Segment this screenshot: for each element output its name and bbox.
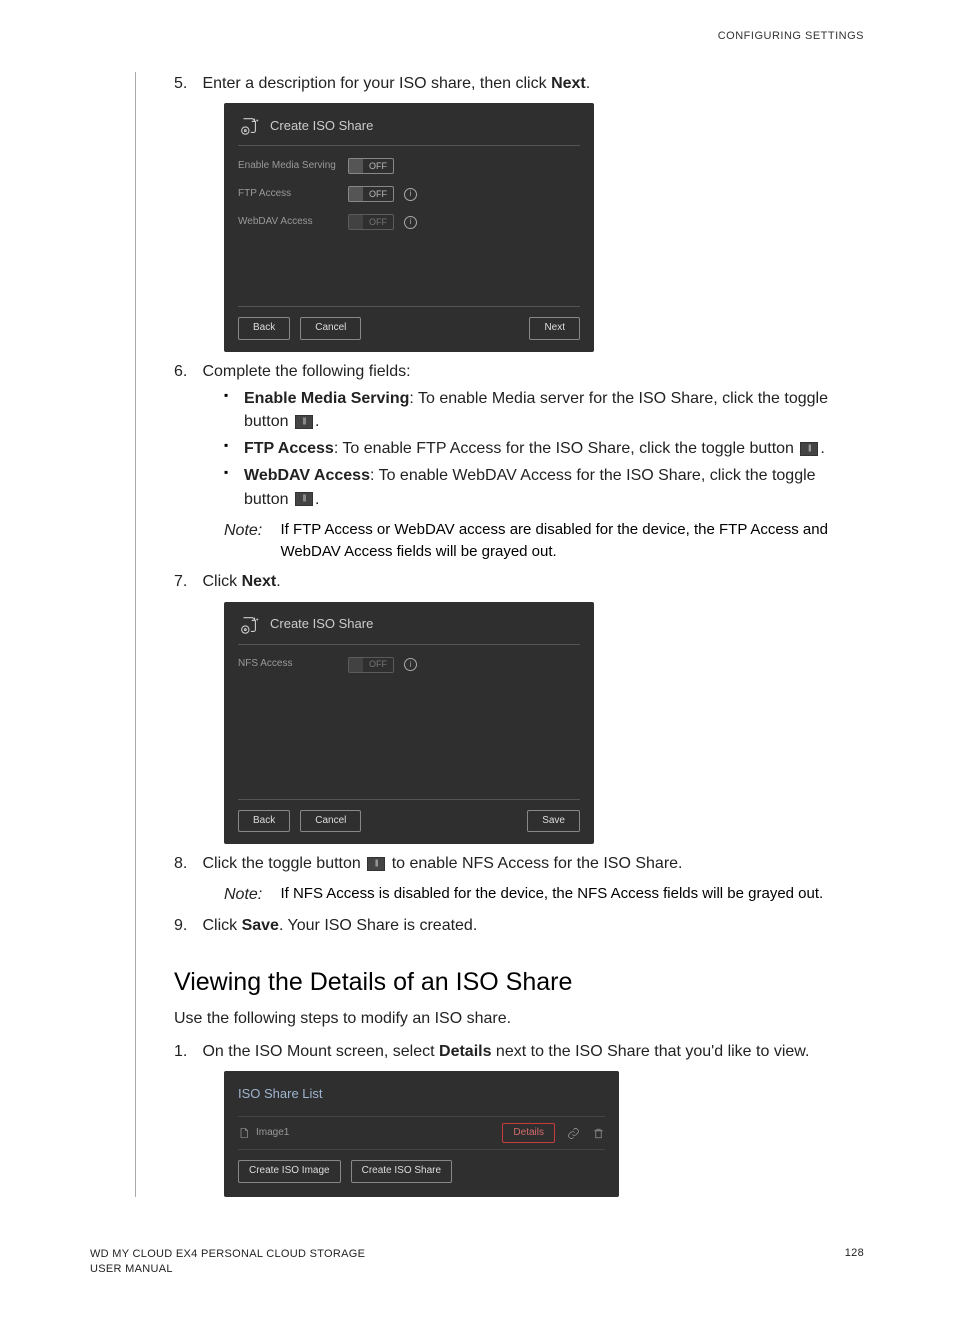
toggle-icon [295,492,313,506]
back-button[interactable]: Back [238,810,290,833]
iso-share-icon [238,614,260,636]
create-iso-image-button[interactable]: Create ISO Image [238,1160,341,1183]
step-7: Click Next. Create ISO Share NFS Access … [174,570,864,844]
iso-share-list-panel: ISO Share List Image1 Details Create ISO… [224,1071,619,1197]
section-heading: Viewing the Details of an ISO Share [174,968,864,997]
dialog-title: Create ISO Share [270,615,373,634]
step-8: Click the toggle button to enable NFS Ac… [174,852,864,906]
link-icon[interactable] [567,1127,580,1140]
create-iso-share-button[interactable]: Create ISO Share [351,1160,452,1183]
note-1: Note: If FTP Access or WebDAV access are… [224,519,864,563]
list-item-name: Image1 [256,1126,289,1141]
save-button[interactable]: Save [527,810,580,833]
note-2: Note: If NFS Access is disabled for the … [224,883,864,906]
details-button[interactable]: Details [502,1123,555,1144]
bullet-media: Enable Media Serving: To enable Media se… [224,387,864,433]
toggle-icon [367,857,385,871]
cancel-button[interactable]: Cancel [300,317,361,340]
list-row: Image1 Details [238,1116,605,1151]
step-5: Enter a description for your ISO share, … [174,72,864,352]
next-button[interactable]: Next [529,317,580,340]
media-serving-label: Enable Media Serving [238,159,338,174]
nfs-access-toggle[interactable]: OFF [348,657,394,673]
trash-icon[interactable] [592,1127,605,1140]
file-icon [238,1127,250,1139]
media-serving-toggle[interactable]: OFF [348,158,394,174]
dialog-create-iso-share-1: Create ISO Share Enable Media Serving OF… [224,103,594,352]
bullet-webdav: WebDAV Access: To enable WebDAV Access f… [224,464,864,510]
dialog-title: Create ISO Share [270,117,373,136]
back-button[interactable]: Back [238,317,290,340]
section-intro: Use the following steps to modify an ISO… [174,1007,864,1030]
bullet-ftp: FTP Access: To enable FTP Access for the… [224,437,864,460]
view-step-1: On the ISO Mount screen, select Details … [174,1040,864,1197]
ftp-access-label: FTP Access [238,187,338,202]
toggle-icon [800,442,818,456]
ftp-access-toggle[interactable]: OFF [348,186,394,202]
step-9: Click Save. Your ISO Share is created. [174,914,864,937]
webdav-access-toggle[interactable]: OFF [348,214,394,230]
nfs-access-label: NFS Access [238,657,338,672]
step-6: Complete the following fields: Enable Me… [174,360,864,563]
info-icon[interactable]: i [404,216,417,229]
dialog-create-iso-share-2: Create ISO Share NFS Access OFF i Back C… [224,602,594,845]
info-icon[interactable]: i [404,188,417,201]
list-title: ISO Share List [238,1085,605,1104]
header-section-title: CONFIGURING SETTINGS [90,30,864,42]
cancel-button[interactable]: Cancel [300,810,361,833]
page-footer: WD MY CLOUD EX4 PERSONAL CLOUD STORAGE U… [90,1247,864,1278]
main-content: Enter a description for your ISO share, … [135,72,864,1197]
iso-share-icon [238,115,260,137]
toggle-icon [295,415,313,429]
page-number: 128 [845,1247,864,1278]
info-icon[interactable]: i [404,658,417,671]
webdav-access-label: WebDAV Access [238,215,338,230]
